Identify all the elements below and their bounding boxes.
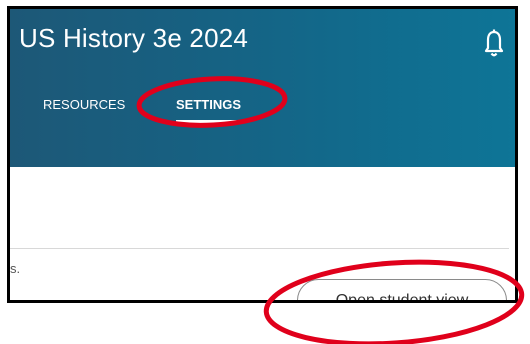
bell-icon[interactable] — [484, 29, 504, 59]
tab-settings[interactable]: SETTINGS — [176, 97, 241, 112]
active-tab-indicator — [176, 120, 247, 123]
course-title: US History 3e 2024 — [19, 23, 249, 53]
course-header: US History 3e 2024 RESOURCES SETTINGS — [10, 9, 515, 167]
section-divider — [10, 248, 509, 249]
app-frame: US History 3e 2024 RESOURCES SETTINGS s.… — [7, 6, 518, 303]
open-student-view-button[interactable]: Open student view — [297, 279, 507, 300]
clipped-description-text: s. — [10, 261, 21, 276]
tab-resources[interactable]: RESOURCES — [43, 97, 125, 112]
